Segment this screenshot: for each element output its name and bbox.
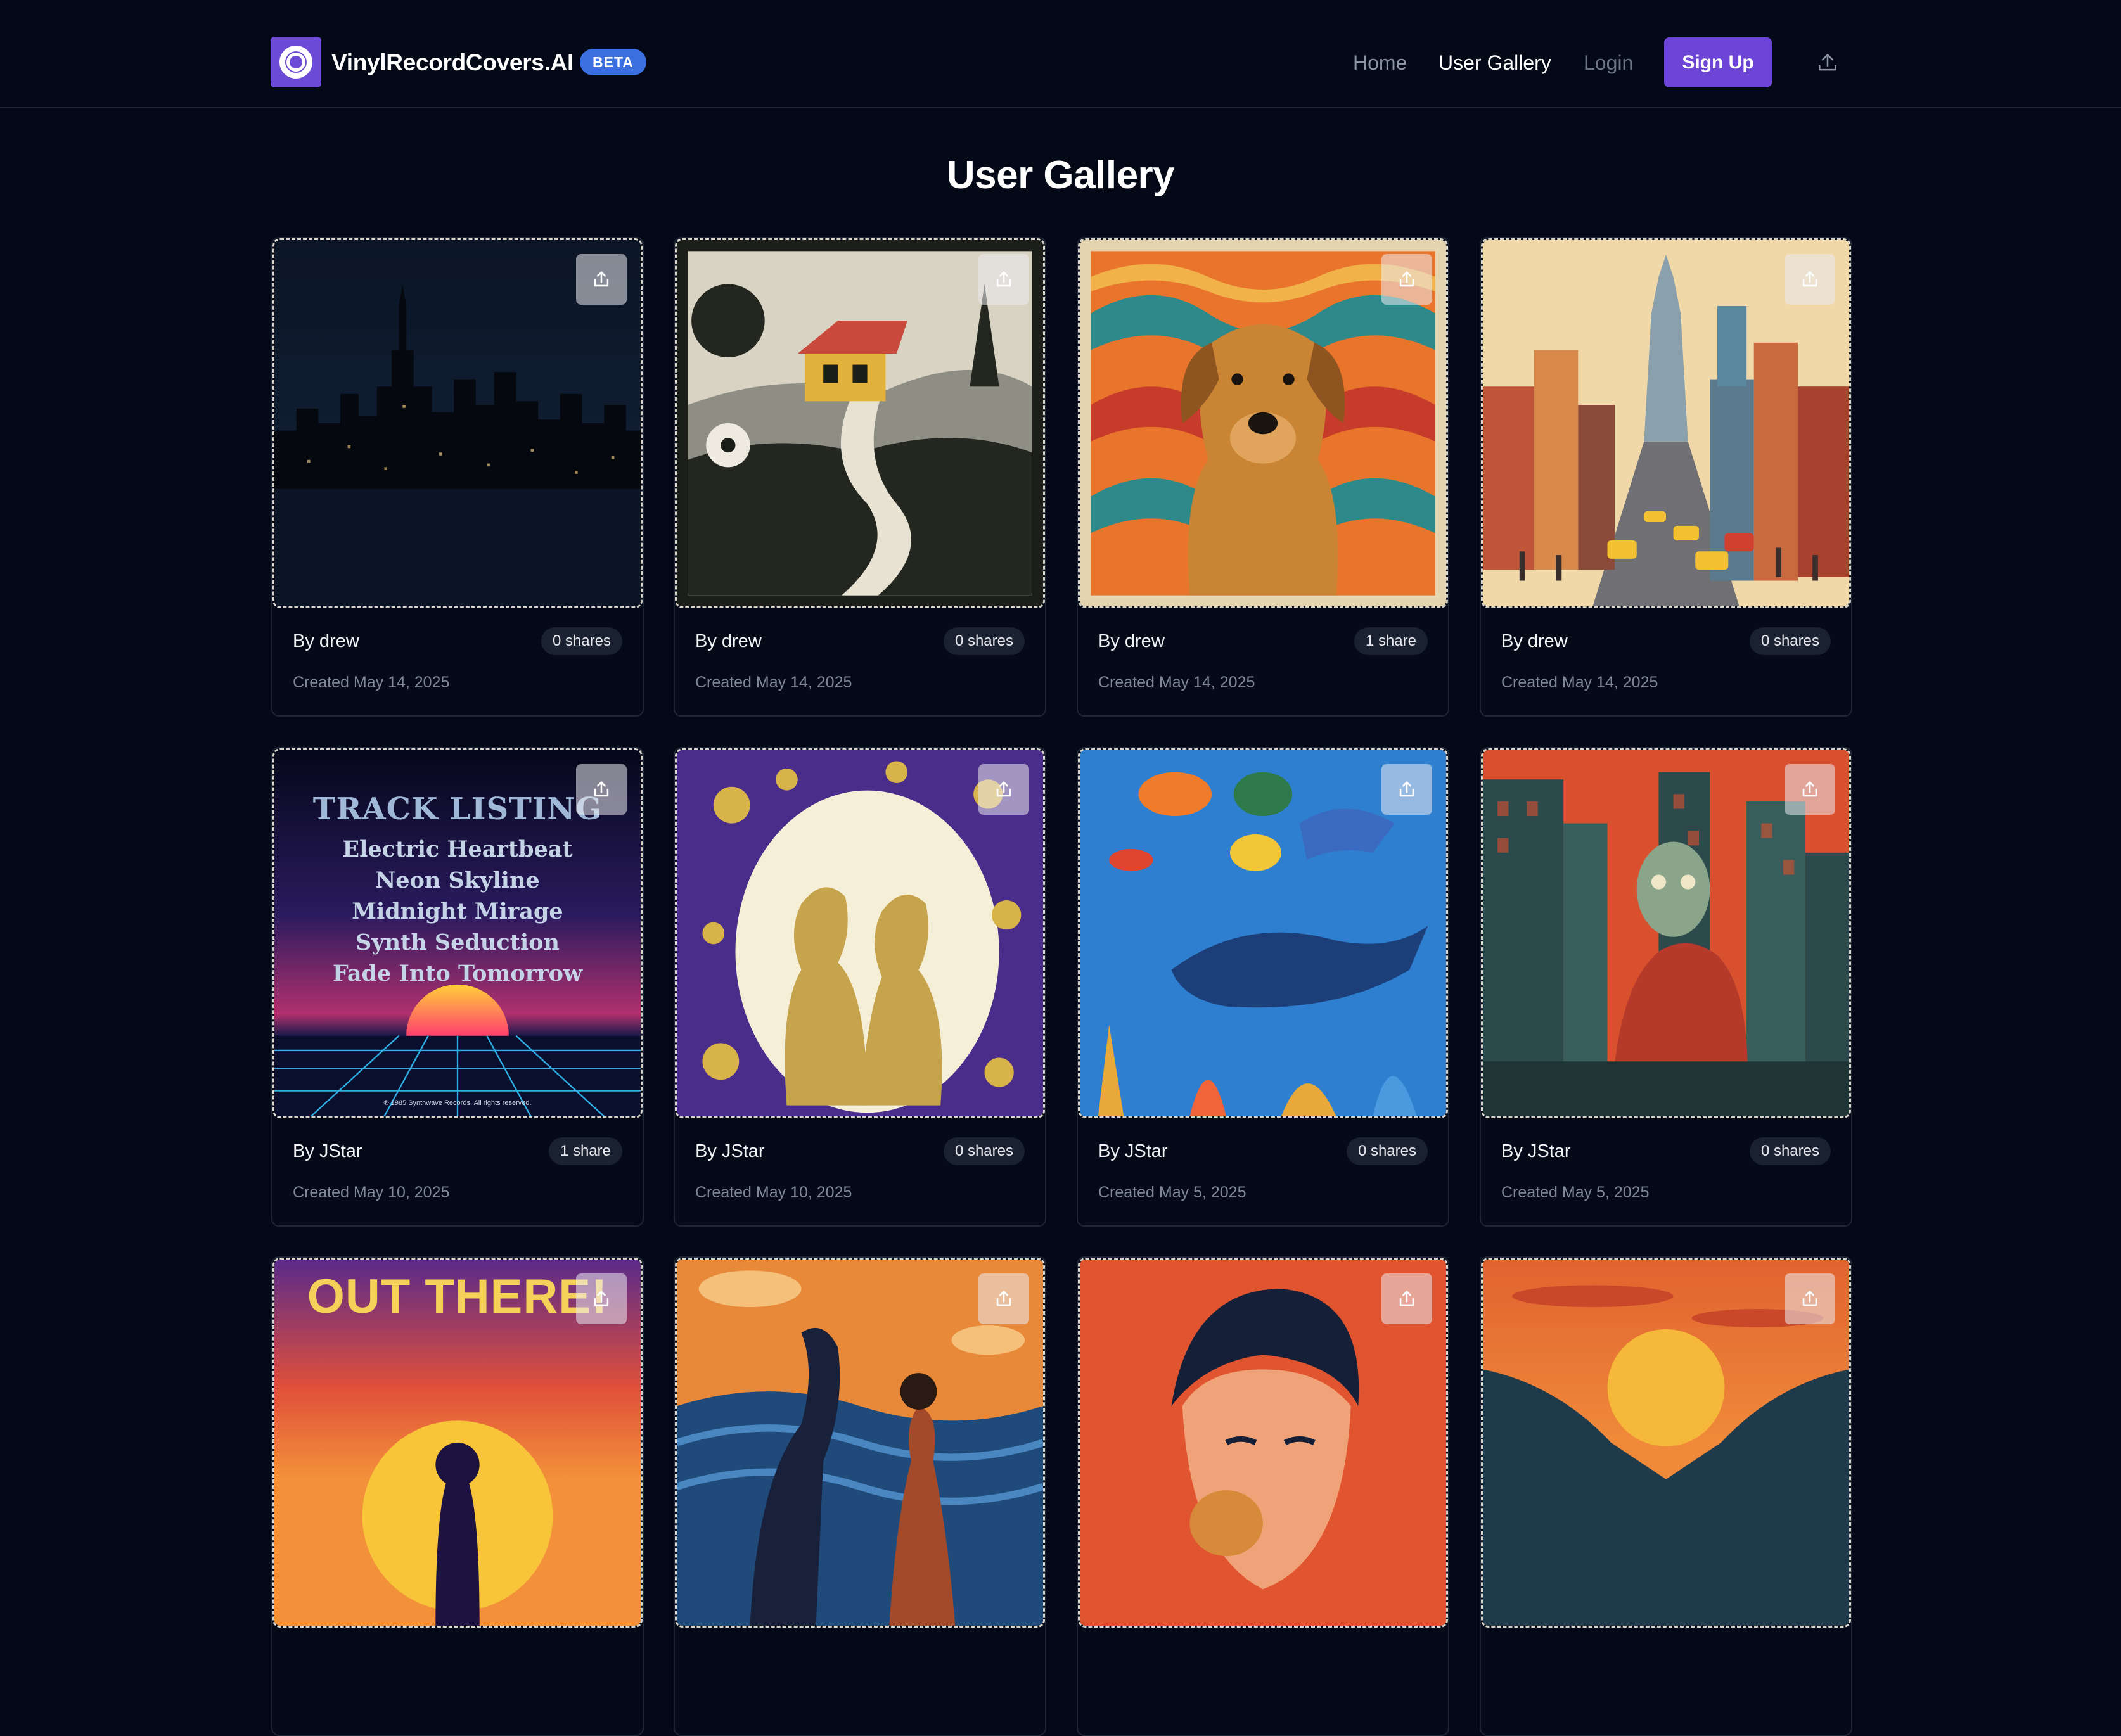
brand-name[interactable]: VinylRecordCovers.AI <box>331 47 574 79</box>
share-icon <box>594 271 609 287</box>
created-date: Created May 14, 2025 <box>1098 673 1255 691</box>
gallery-card[interactable] <box>1480 1256 1852 1736</box>
created-date: Created May 10, 2025 <box>695 1184 852 1201</box>
share-button[interactable] <box>1785 764 1835 815</box>
share-count-badge: 0 shares <box>541 627 622 655</box>
track-list: Electric Heartbeat Neon Skyline Midnight… <box>274 834 641 989</box>
gallery-card[interactable]: By JStar 0 shares Created May 5, 2025 <box>1480 747 1852 1227</box>
share-button[interactable] <box>576 254 627 305</box>
share-icon <box>1802 1291 1817 1306</box>
track-item: Fade Into Tomorrow <box>332 961 583 986</box>
card-author[interactable]: By JStar <box>1098 1139 1168 1164</box>
share-icon <box>594 781 609 797</box>
share-button[interactable] <box>1785 1273 1835 1324</box>
track-item: Electric Heartbeat <box>342 836 573 862</box>
gallery-card[interactable] <box>1077 1256 1449 1736</box>
share-button[interactable] <box>576 1273 627 1324</box>
created-date: Created May 14, 2025 <box>1501 673 1658 691</box>
sign-up-button[interactable]: Sign Up <box>1664 37 1772 87</box>
share-count-badge: 0 shares <box>943 1137 1025 1165</box>
card-author[interactable]: By drew <box>1098 629 1165 654</box>
share-count-badge: 1 share <box>548 1137 622 1165</box>
share-count-badge: 1 share <box>1354 627 1428 655</box>
share-icon <box>996 1291 1011 1306</box>
card-author[interactable]: By drew <box>293 629 359 654</box>
created-date: Created May 5, 2025 <box>1501 1184 1650 1201</box>
share-button[interactable] <box>1381 764 1432 815</box>
created-date: Created May 14, 2025 <box>695 673 852 691</box>
gallery-card[interactable] <box>674 1256 1046 1736</box>
cover-image[interactable] <box>675 748 1045 1118</box>
cover-image[interactable] <box>1481 748 1851 1118</box>
gallery-card[interactable]: By JStar 0 shares Created May 10, 2025 <box>674 747 1046 1227</box>
upload-icon[interactable] <box>1816 51 1840 75</box>
created-date: Created May 14, 2025 <box>293 673 450 691</box>
cover-image[interactable] <box>1481 238 1851 608</box>
vinyl-record-icon[interactable] <box>271 37 321 87</box>
card-author[interactable]: By JStar <box>1501 1139 1571 1164</box>
gallery-card[interactable]: By drew 1 share Created May 14, 2025 <box>1077 237 1449 717</box>
cover-image[interactable]: OUT THERE! <box>272 1258 643 1628</box>
gallery-card[interactable]: TRACK LISTING Electric Heartbeat Neon Sk… <box>271 747 644 1227</box>
created-date: Created May 10, 2025 <box>293 1184 450 1201</box>
cover-image[interactable] <box>675 238 1045 608</box>
copyright-text: ℗ 1985 Synthwave Records. All rights res… <box>383 1099 532 1107</box>
gallery-card[interactable]: By drew 0 shares Created May 14, 2025 <box>674 237 1046 717</box>
share-button[interactable] <box>576 764 627 815</box>
share-button[interactable] <box>1381 254 1432 305</box>
card-author[interactable]: By drew <box>1501 629 1568 654</box>
share-count-badge: 0 shares <box>1749 627 1831 655</box>
share-count-badge: 0 shares <box>943 627 1025 655</box>
cover-image[interactable] <box>1078 748 1448 1118</box>
track-item: Neon Skyline <box>375 867 540 893</box>
nav-user-gallery-link[interactable]: User Gallery <box>1439 48 1551 77</box>
share-count-badge: 0 shares <box>1346 1137 1428 1165</box>
share-icon <box>996 271 1011 287</box>
share-button[interactable] <box>1785 254 1835 305</box>
cover-image[interactable] <box>272 238 643 608</box>
cover-image[interactable] <box>1078 1258 1448 1628</box>
share-button[interactable] <box>978 254 1029 305</box>
share-icon <box>1399 1291 1414 1306</box>
share-icon <box>1399 781 1414 797</box>
share-icon <box>1802 271 1817 287</box>
share-button[interactable] <box>978 764 1029 815</box>
nav-login-link[interactable]: Login <box>1584 48 1633 77</box>
share-icon <box>996 781 1011 797</box>
card-author[interactable]: By drew <box>695 629 762 654</box>
created-date: Created May 5, 2025 <box>1098 1184 1246 1201</box>
share-icon <box>594 1291 609 1306</box>
share-count-badge: 0 shares <box>1749 1137 1831 1165</box>
cover-image[interactable]: TRACK LISTING Electric Heartbeat Neon Sk… <box>272 748 643 1118</box>
share-button[interactable] <box>978 1273 1029 1324</box>
page-title: User Gallery <box>946 153 1175 197</box>
card-author[interactable]: By JStar <box>293 1139 362 1164</box>
cover-image[interactable] <box>1078 238 1448 608</box>
card-author[interactable]: By JStar <box>695 1139 765 1164</box>
gallery-card[interactable]: By drew 0 shares Created May 14, 2025 <box>271 237 644 717</box>
track-item: Synth Seduction <box>356 929 560 955</box>
cover-image[interactable] <box>1481 1258 1851 1628</box>
top-navbar: VinylRecordCovers.AI BETA Home User Gall… <box>0 0 2121 108</box>
cover-image[interactable] <box>675 1258 1045 1628</box>
track-item: Midnight Mirage <box>352 898 563 924</box>
gallery-card[interactable]: OUT THERE! <box>271 1256 644 1736</box>
share-button[interactable] <box>1381 1273 1432 1324</box>
gallery-card[interactable]: By JStar 0 shares Created May 5, 2025 <box>1077 747 1449 1227</box>
share-icon <box>1802 781 1817 797</box>
nav-home-link[interactable]: Home <box>1353 48 1407 77</box>
gallery-card[interactable]: By drew 0 shares Created May 14, 2025 <box>1480 237 1852 717</box>
share-icon <box>1399 271 1414 287</box>
beta-badge: BETA <box>580 49 646 75</box>
